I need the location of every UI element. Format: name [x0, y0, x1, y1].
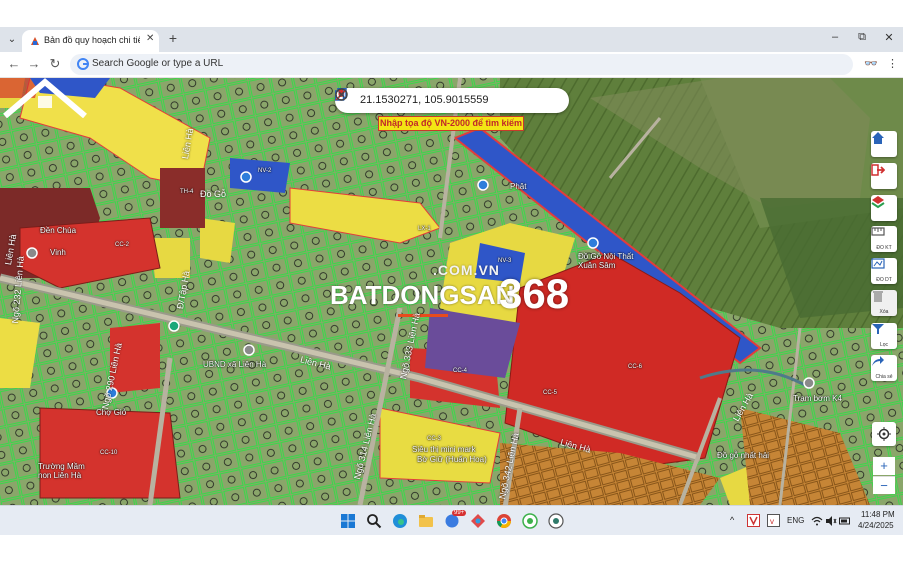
place-label: Chợ Giỏ	[96, 408, 127, 417]
parcel-label: CC-5	[543, 390, 558, 396]
place-label: Đồ Gỗ Nội Thất Xuân Sâm	[578, 252, 634, 270]
measure-distance-button[interactable]: ĐO KT	[871, 226, 897, 252]
coordinate-search-box[interactable]: 21.1530271, 105.9015559	[335, 88, 569, 113]
wifi-icon[interactable]	[811, 515, 823, 527]
battery-icon[interactable]	[839, 515, 851, 527]
share-button[interactable]: Chia sẻ	[871, 355, 897, 381]
watermark-underline	[398, 314, 448, 317]
filter-icon	[872, 324, 884, 334]
zoom-out-button[interactable]: −	[873, 476, 895, 494]
measure-area-button[interactable]: ĐO DT	[871, 258, 897, 284]
parcel-label: CC-6	[628, 364, 643, 370]
logout-icon	[871, 164, 885, 176]
watermark-domain: .COM.VN	[433, 262, 500, 278]
filter-button[interactable]: Lọc	[871, 323, 897, 349]
tab-title: Bản đồ quy hoạch chi tiết Đông	[44, 35, 140, 45]
place-label: UBND xã Liên Hà	[203, 360, 267, 369]
place-label: Vinh	[50, 248, 66, 257]
parcel-label: TH-4	[180, 189, 194, 195]
measure-distance-label: ĐO KT	[876, 245, 892, 251]
forward-arrow-icon[interactable]: →	[26, 56, 42, 71]
windows-start-icon[interactable]	[340, 513, 356, 529]
tab-close-icon[interactable]: ✕	[146, 33, 154, 44]
minimize-button[interactable]: –	[827, 31, 843, 43]
favicon-icon	[31, 37, 39, 45]
reload-icon[interactable]: ↻	[47, 56, 63, 72]
incognito-icon[interactable]: 👓	[864, 57, 878, 70]
layers-button[interactable]	[871, 195, 897, 221]
place-label: Siêu thị mini mark	[412, 445, 476, 454]
address-bar[interactable]: Search Google or type a URL	[70, 54, 853, 75]
folder-icon[interactable]	[418, 513, 434, 529]
layers-icon	[871, 196, 885, 209]
road-label: Đồ Gỗ	[200, 189, 227, 199]
place-label: Đồ gỗ nhất hải	[717, 451, 770, 460]
watermark-brand: BATDONGSAN	[330, 280, 515, 310]
parcel-label: CC-4	[453, 368, 468, 374]
area-icon	[871, 258, 885, 269]
search-icon[interactable]	[366, 513, 382, 529]
clear-icon[interactable]	[335, 88, 348, 101]
place-label: Trạm bơm K4	[793, 394, 842, 403]
watermark-number: 368	[499, 270, 570, 317]
antivirus-icon[interactable]	[747, 514, 760, 527]
tab-strip: ⌄ Bản đồ quy hoạch chi tiết Đông ✕ + – ⧉…	[0, 27, 903, 52]
coordinate-value: 21.1530271, 105.9015559	[360, 94, 489, 106]
top-margin	[0, 0, 903, 27]
restore-button[interactable]: ⧉	[854, 31, 870, 44]
close-window-button[interactable]: ✕	[881, 31, 897, 44]
app-icon[interactable]	[548, 513, 564, 529]
share-label: Chia sẻ	[875, 374, 893, 380]
watermark-roof-icon	[3, 78, 87, 118]
clock-date[interactable]: 4/24/2025	[858, 521, 894, 530]
volume-icon[interactable]	[825, 515, 837, 527]
zoom-in-button[interactable]: +	[873, 457, 895, 475]
parcel-label: LX-1	[418, 226, 431, 232]
map-canvas[interactable]: 21.1530271, 105.9015559 Nhập tọa độ VN-2…	[0, 78, 903, 505]
notification-badge: 99+	[452, 510, 467, 516]
chrome-icon[interactable]	[496, 513, 512, 529]
parcel-label: CC-3	[427, 436, 442, 442]
parcel-label: CC-2	[115, 242, 130, 248]
home-icon	[872, 132, 884, 144]
windows-taskbar: 99+ ^ v ENG 11:48 PM 4/24/2025	[0, 505, 903, 535]
crosshair-icon	[877, 427, 891, 441]
google-icon	[77, 58, 89, 70]
parcel-label: CC-10	[100, 450, 118, 456]
delete-label: Xóa	[879, 309, 889, 315]
place-label: Phật	[510, 182, 527, 191]
paint-icon[interactable]	[470, 513, 486, 529]
tab-search-dropdown[interactable]: ⌄	[4, 32, 20, 48]
coordinate-hint: Nhập tọa độ VN-2000 để tìm kiếm	[378, 116, 524, 131]
browser-toolbar: ← → ↻ Search Google or type a URL 👓 ⋮	[0, 52, 903, 78]
clock-time[interactable]: 11:48 PM	[861, 510, 895, 519]
filter-label: Lọc	[879, 342, 889, 348]
menu-dots-icon[interactable]: ⋮	[887, 57, 898, 70]
home-button[interactable]	[871, 131, 897, 157]
svg-text:v: v	[770, 517, 774, 526]
trash-icon	[873, 291, 883, 302]
browser-tab[interactable]: Bản đồ quy hoạch chi tiết Đông ✕	[22, 30, 159, 52]
place-label: Đền Chùa	[40, 226, 77, 235]
new-tab-button[interactable]: +	[165, 30, 181, 46]
language-indicator[interactable]: ENG	[787, 516, 804, 525]
locate-button[interactable]	[872, 422, 896, 446]
back-arrow-icon[interactable]: ←	[6, 56, 22, 71]
delete-button[interactable]: Xóa	[871, 290, 897, 316]
place-label: Trường Mầm non Liên Hà	[38, 462, 85, 480]
measure-area-label: ĐO DT	[876, 277, 892, 283]
parcel-label: NV-2	[258, 168, 272, 174]
share-icon	[872, 356, 884, 366]
tray-chevron-icon[interactable]: ^	[730, 515, 734, 525]
unikey-icon[interactable]: v	[767, 514, 780, 527]
bottom-margin	[0, 535, 903, 563]
place-label: Bờ Giữ (Huấn Hoa)	[417, 455, 487, 464]
edge-icon[interactable]	[392, 513, 408, 529]
ruler-icon	[871, 227, 885, 236]
wechat-icon[interactable]	[522, 513, 538, 529]
address-placeholder: Search Google or type a URL	[92, 58, 224, 69]
parcel-label: NV-3	[498, 258, 512, 264]
exit-button[interactable]	[871, 163, 897, 189]
